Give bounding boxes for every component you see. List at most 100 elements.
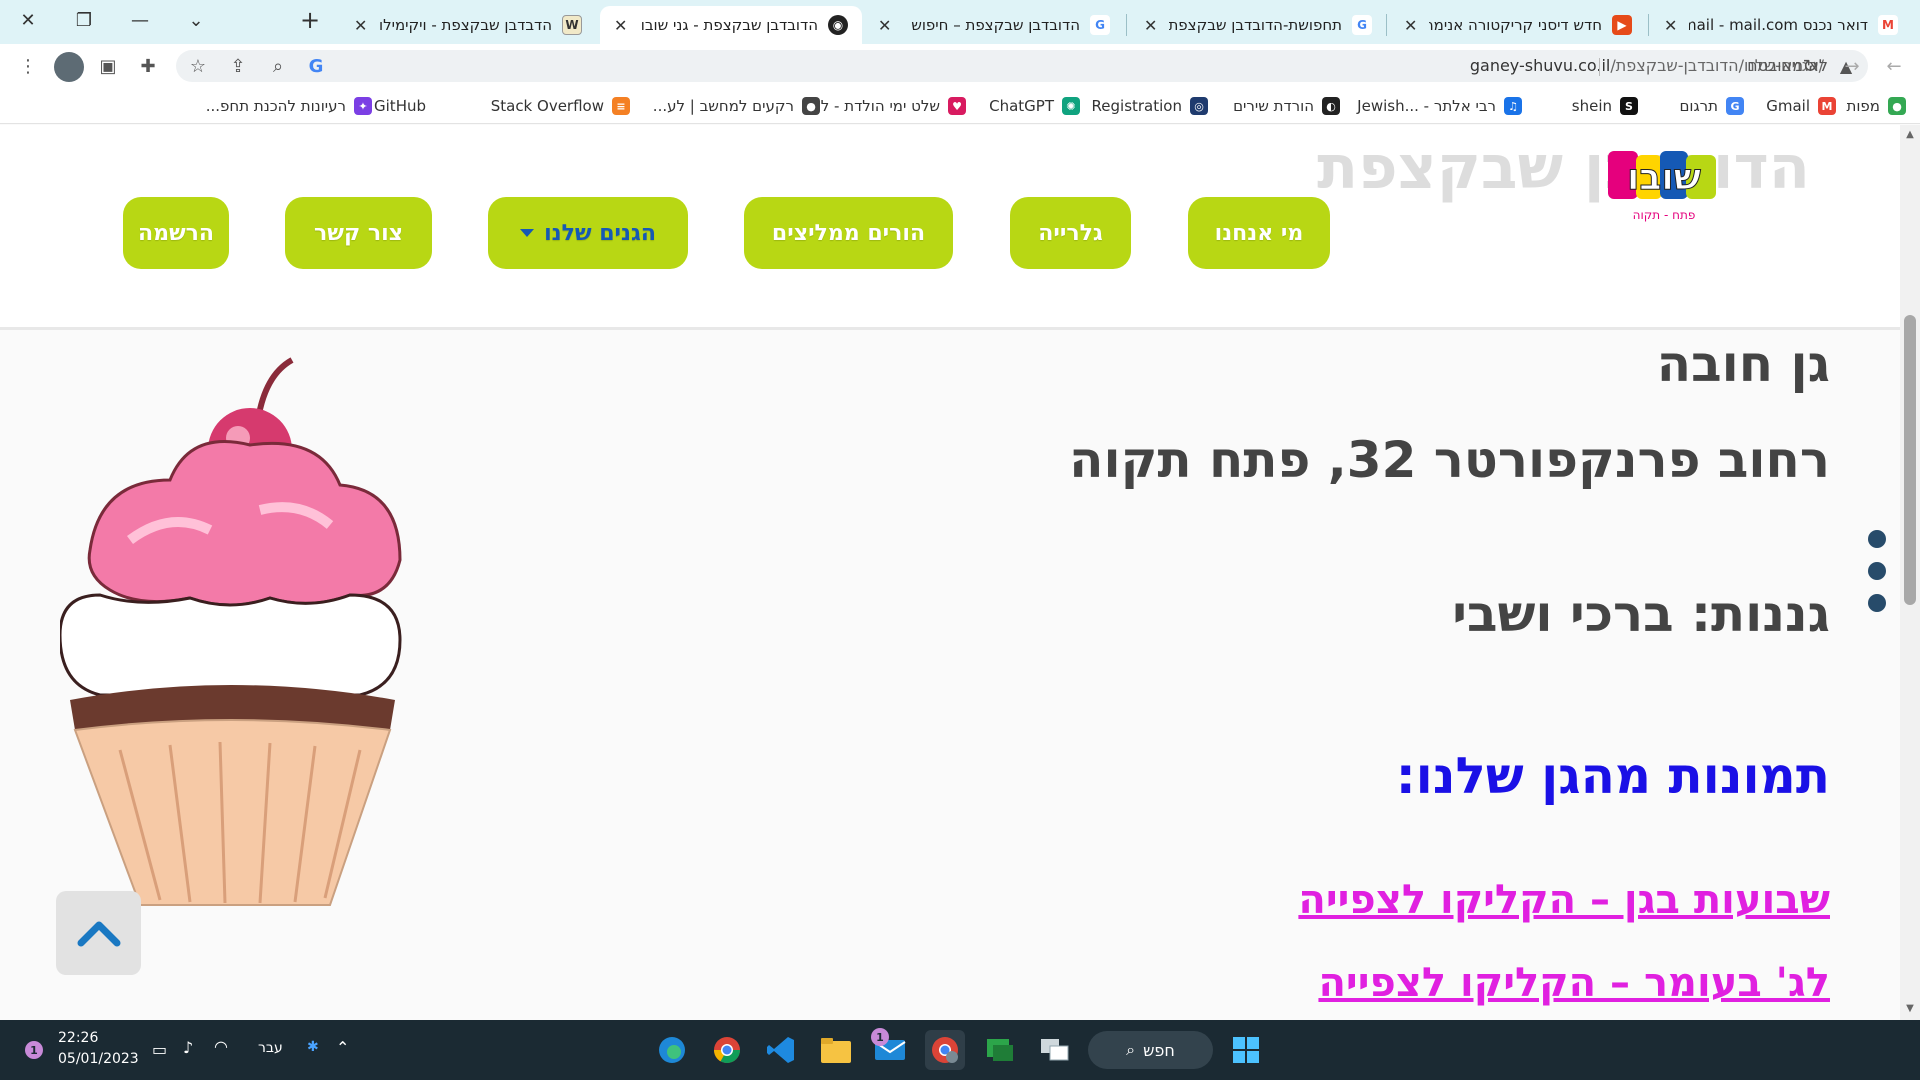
wifi-icon[interactable]: ◠	[214, 1037, 228, 1056]
gmail-icon: M	[1878, 15, 1898, 35]
bookmark-songs[interactable]: ◐ הורדת שירים	[1233, 95, 1340, 117]
vertical-scrollbar[interactable]: ▲ ▼	[1900, 125, 1920, 1020]
image-icon: ●	[802, 97, 820, 115]
dot-icon	[1868, 562, 1886, 580]
menu-kebab-icon[interactable]: ⋮	[14, 52, 42, 80]
taskbar-search[interactable]: חפש ⌕	[1088, 1031, 1213, 1069]
address-heading: רחוב פרנקפורטר 32, פתח תקוה	[1069, 431, 1830, 489]
reload-icon[interactable]: ↻	[1796, 52, 1824, 80]
start-button-windows-icon[interactable]	[1226, 1030, 1266, 1070]
google-lens-icon[interactable]: G	[302, 52, 330, 80]
chrome-app-icon[interactable]	[707, 1030, 747, 1070]
cupcake-image	[60, 357, 402, 906]
scroll-down-arrow-icon[interactable]: ▼	[1904, 1003, 1916, 1015]
sidebar-icon[interactable]: ▣	[94, 52, 122, 80]
stackoverflow-icon: ≡	[612, 97, 630, 115]
nav-parents[interactable]: הורים ממליצים	[744, 197, 953, 269]
chat-app-icon[interactable]	[980, 1030, 1020, 1070]
bookmark-shein[interactable]: S shein	[1572, 95, 1638, 117]
video-icon: ▶	[1612, 15, 1632, 35]
side-dots-menu[interactable]	[1868, 530, 1888, 620]
address-bar[interactable]: ☆ ⇪ ⌕ G ganey-shuvu.co.il/הגנים-שלנו/הדו…	[176, 50, 1868, 82]
battery-icon[interactable]: ▭	[152, 1040, 167, 1059]
close-window-button[interactable]: ✕	[0, 0, 56, 40]
chatgpt-icon: ✺	[1062, 97, 1080, 115]
tray-chevron-up-icon[interactable]: ⌃	[336, 1038, 349, 1057]
tab-active-shuvu[interactable]: ◉ הדובדבן שבקצפת - גני שובו ✕	[600, 6, 862, 44]
dot-icon	[1868, 530, 1886, 548]
bookmark-maps[interactable]: ● מפות	[1846, 95, 1906, 117]
bookmark-birthday[interactable]: ♥ שלט ימי הולדת - לו...	[802, 95, 966, 117]
zoom-icon[interactable]: ⌕	[264, 52, 292, 80]
fingerprint-icon: ◎	[1190, 97, 1208, 115]
close-icon[interactable]: ✕	[1664, 16, 1689, 35]
tab-gmail[interactable]: M דואר נכנס Gmail - mail.com ✕	[1650, 6, 1912, 44]
github-icon	[434, 97, 452, 115]
chevron-up-icon	[77, 921, 120, 947]
scroll-to-top-button[interactable]	[56, 891, 141, 975]
clock-time[interactable]: 22:26	[58, 1030, 98, 1046]
close-icon[interactable]: ✕	[1144, 16, 1169, 35]
forward-arrow-icon[interactable]: →	[1838, 52, 1866, 80]
tab-strip: ✕ ❐ — ⌄ + M דואר נכנס Gmail - mail.com ✕…	[0, 0, 1920, 44]
scroll-up-arrow-icon[interactable]: ▲	[1904, 129, 1916, 141]
minimize-window-button[interactable]: —	[112, 0, 168, 40]
bookmark-costume-ideas[interactable]: ✦ רעיונות להכנת תחפ...	[206, 95, 372, 117]
bookmark-chatgpt[interactable]: ✺ ChatGPT	[989, 95, 1080, 117]
close-icon[interactable]: ✕	[1404, 16, 1429, 35]
vscode-app-icon[interactable]	[761, 1030, 801, 1070]
chevron-down-icon	[520, 229, 535, 237]
edge-app-icon[interactable]	[652, 1030, 692, 1070]
file-explorer-icon[interactable]	[816, 1030, 856, 1070]
google-icon: G	[1090, 15, 1110, 35]
scrollbar-thumb[interactable]	[1904, 315, 1916, 605]
bookmark-stackoverflow[interactable]: ≡ Stack Overflow	[491, 95, 630, 117]
language-indicator[interactable]: עבר	[258, 1040, 283, 1056]
tab-search-button[interactable]: ⌄	[168, 0, 224, 40]
notification-badge[interactable]: 1	[25, 1041, 43, 1059]
globe-icon: ◉	[828, 15, 848, 35]
nav-about[interactable]: מי אנחנו	[1188, 197, 1330, 269]
bluetooth-icon[interactable]: ✱	[307, 1039, 319, 1055]
restore-window-button[interactable]: ❐	[56, 0, 112, 40]
back-arrow-icon[interactable]: ←	[1880, 52, 1908, 80]
kindergarten-type-heading: גן חובה	[1656, 335, 1830, 393]
shuvu-logo[interactable]: שובו פתח - תקוה	[1604, 145, 1724, 229]
nav-our-kindergartens[interactable]: הגנים שלנו	[488, 197, 688, 269]
bookmark-star-icon[interactable]: ☆	[184, 52, 212, 80]
chrome-profile-app-icon[interactable]	[925, 1030, 965, 1070]
bookmark-rabbi-alter[interactable]: ♫ רבי אלתר - ...Jewish	[1357, 95, 1522, 117]
volume-icon[interactable]: ♪	[183, 1038, 193, 1057]
bookmark-translate[interactable]: G תרגום	[1679, 95, 1744, 117]
profile-avatar[interactable]	[54, 52, 84, 82]
close-icon[interactable]: ✕	[354, 16, 379, 35]
lag-baomer-gallery-link[interactable]: לג' בעומר – הקליקו לצפייה	[1318, 960, 1830, 1006]
close-icon[interactable]: ✕	[878, 16, 903, 35]
google-icon: G	[1352, 15, 1372, 35]
tab-search[interactable]: G הדובדבן שבקצפת – חיפוש ✕	[864, 6, 1124, 44]
tab-costume-search[interactable]: G תחפושת-הדובדבן שבקצפת ✕	[1130, 6, 1386, 44]
tab-video[interactable]: ▶ חדש דיסני קריקטורה אנימה ✕	[1390, 6, 1646, 44]
bookmark-backgrounds[interactable]: ● רקעים למחשב | לע...	[653, 95, 820, 117]
tab-wiktionary[interactable]: W הדבדבן שבקצפת - ויקימילון ✕	[340, 6, 596, 44]
clock-date[interactable]: 05/01/2023	[58, 1051, 139, 1067]
svg-text:פתח - תקוה: פתח - תקוה	[1633, 208, 1696, 222]
nav-gallery[interactable]: גלרייה	[1010, 197, 1131, 269]
nav-contact[interactable]: צור קשר	[285, 197, 432, 269]
browser-toolbar: ⋮ ▣ ✚ ☆ ⇪ ⌕ G ganey-shuvu.co.il/הגנים-של…	[0, 44, 1920, 88]
svg-text:שובו: שובו	[1627, 157, 1701, 198]
bookmark-gmail[interactable]: M Gmail	[1766, 95, 1836, 117]
new-tab-button[interactable]: +	[296, 6, 324, 34]
task-view-icon[interactable]	[1035, 1030, 1075, 1070]
nav-register[interactable]: הרשמה	[123, 197, 229, 269]
share-icon[interactable]: ⇪	[224, 52, 252, 80]
gmail-icon: M	[1818, 97, 1836, 115]
headphones-icon: ♫	[1504, 97, 1522, 115]
extensions-icon[interactable]: ✚	[134, 52, 162, 80]
bookmark-registration[interactable]: ◎ Registration	[1092, 95, 1208, 117]
wiktionary-icon: W	[562, 15, 582, 35]
shavuot-gallery-link[interactable]: שבועות בגן – הקליקו לצפייה	[1298, 877, 1830, 923]
bookmark-github[interactable]: GitHub	[374, 95, 452, 117]
close-icon[interactable]: ✕	[614, 16, 639, 35]
cake-icon: ♥	[948, 97, 966, 115]
